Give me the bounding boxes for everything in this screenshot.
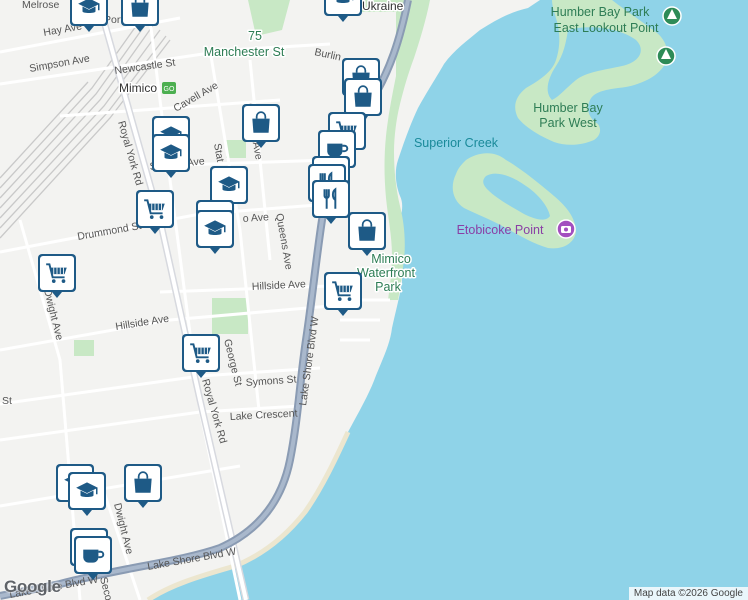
map-canvas[interactable]: 75 Manchester St of Ukraine Humber Bay P…	[0, 0, 748, 600]
shop-marker[interactable]	[242, 104, 280, 148]
grocery-marker[interactable]	[38, 254, 76, 298]
street-label-mimico-ave: o Ave	[242, 211, 269, 225]
label-mimico-waterfront-2: Waterfront	[357, 266, 415, 280]
label-humber-west-1: Humber Bay	[533, 101, 603, 115]
restaurant-marker[interactable]	[312, 180, 350, 224]
street-label-melrose: Melrose	[22, 0, 60, 11]
grocery-marker[interactable]	[324, 272, 362, 316]
street-label-st: St	[2, 395, 12, 407]
tree-icon[interactable]	[662, 6, 682, 26]
label-manchester-st: Manchester St	[204, 45, 285, 59]
train-station-icon[interactable]: GO	[162, 82, 176, 94]
grocery-marker[interactable]	[136, 190, 174, 234]
label-etobicoke-point: Etobicoke Point	[457, 223, 544, 237]
svg-text:GO: GO	[164, 86, 175, 93]
cafe-marker[interactable]	[74, 536, 112, 580]
label-superior-creek: Superior Creek	[414, 136, 499, 150]
label-humber-west-2: Park West	[539, 116, 597, 130]
label-mimico-station: Mimico	[119, 81, 157, 95]
label-mimico-waterfront-3: Park	[375, 280, 401, 294]
school-marker[interactable]	[196, 210, 234, 254]
map-attribution[interactable]: Map data ©2026 Google	[628, 587, 748, 600]
label-humber-east-1: Humber Bay Park	[551, 5, 650, 19]
shop-marker[interactable]	[124, 464, 162, 508]
label-manchester-number: 75	[248, 29, 262, 43]
shop-marker[interactable]	[348, 212, 386, 256]
school-marker[interactable]	[68, 472, 106, 516]
park-green-2	[74, 340, 94, 356]
tree-icon[interactable]	[656, 46, 676, 66]
school-marker[interactable]	[152, 134, 190, 178]
grocery-marker[interactable]	[182, 334, 220, 378]
camera-icon[interactable]	[556, 219, 576, 239]
label-humber-east-2: East Lookout Point	[554, 21, 659, 35]
label-mimico-waterfront-1: Mimico	[371, 252, 411, 266]
google-logo: Google	[4, 577, 61, 596]
